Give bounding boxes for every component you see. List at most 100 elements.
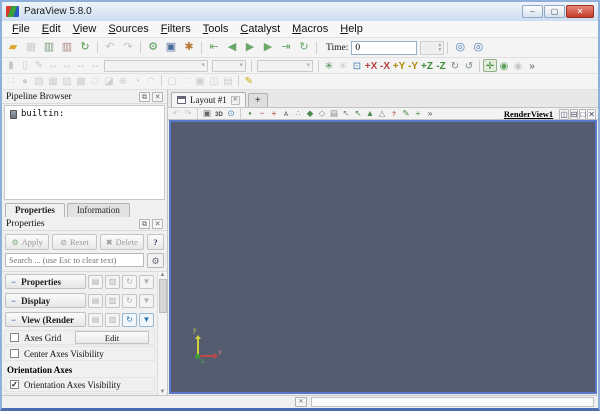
scroll-up-icon[interactable]: ▲ bbox=[160, 272, 166, 278]
rotate-90-ccw-icon[interactable]: ↺ bbox=[462, 60, 476, 73]
tab-properties[interactable]: Properties bbox=[5, 203, 65, 217]
zoom-to-box-icon[interactable]: ⊡ bbox=[350, 60, 364, 73]
edit-selection-icon[interactable]: ✎ bbox=[400, 108, 412, 119]
view-plus-z-icon[interactable]: +Z bbox=[420, 60, 434, 73]
hover-cells-icon[interactable]: ▲ bbox=[364, 108, 376, 119]
menu-sources[interactable]: Sources bbox=[102, 22, 154, 36]
abort-progress-icon[interactable]: ✕ bbox=[295, 397, 307, 407]
close-layout-icon[interactable]: ✕ bbox=[230, 95, 240, 105]
section-display[interactable]: − Display bbox=[5, 293, 86, 308]
overflow-chevron-icon[interactable]: » bbox=[424, 108, 436, 119]
section-view-render[interactable]: − View (Render bbox=[5, 312, 86, 327]
disconnect-server-icon[interactable]: ▥ bbox=[59, 40, 75, 55]
checkbox-center-axes-visibility[interactable] bbox=[10, 349, 19, 358]
add-annotation-icon[interactable]: + bbox=[412, 108, 424, 119]
last-frame-icon[interactable]: ⇥ bbox=[278, 40, 294, 55]
overflow-chevron-icon[interactable]: » bbox=[525, 60, 539, 73]
pipeline-browser-tree[interactable]: builtin: bbox=[4, 105, 165, 200]
checkbox-axes-grid[interactable] bbox=[10, 333, 19, 342]
zoom-to-data-icon[interactable]: ◎ bbox=[452, 40, 468, 55]
close-panel-icon[interactable]: ✕ bbox=[152, 91, 163, 102]
view-minus-z-icon[interactable]: -Z bbox=[434, 60, 448, 73]
hover-points-icon[interactable]: △ bbox=[376, 108, 388, 119]
close-panel-icon[interactable]: ✕ bbox=[152, 218, 163, 229]
color-palette-icon[interactable]: ✱ bbox=[181, 40, 197, 55]
menu-file[interactable]: File bbox=[6, 22, 36, 36]
scrollbar-thumb[interactable] bbox=[158, 279, 167, 313]
close-view-icon[interactable]: ✕ bbox=[587, 108, 596, 120]
checkbox-orientation-axes-visibility[interactable]: ✓ bbox=[10, 380, 19, 389]
float-panel-icon[interactable]: ⧉ bbox=[139, 91, 150, 102]
select-frustum-cells-icon[interactable]: ◆ bbox=[304, 108, 316, 119]
first-frame-icon[interactable]: ⇤ bbox=[206, 40, 222, 55]
zoom-to-box-icon[interactable]: ⊙ bbox=[225, 108, 237, 119]
capture-screenshot-icon[interactable]: ▣ bbox=[201, 108, 213, 119]
ruler-icon[interactable]: ✎ bbox=[242, 75, 256, 88]
reset-defaults-icon[interactable]: ↻ bbox=[122, 312, 137, 327]
close-button[interactable]: ✕ bbox=[566, 5, 594, 18]
select-block-icon[interactable]: ▤ bbox=[328, 108, 340, 119]
properties-scroll-area: − Properties ▤ ▥ ↻ ▼ − Display ▤ ▥ ↻ ▼ − View (Render… bbox=[2, 271, 167, 395]
maximize-view-icon[interactable]: □ bbox=[579, 108, 587, 120]
menu-tools[interactable]: Tools bbox=[197, 22, 235, 36]
select-surface-points-icon[interactable]: ∴ bbox=[292, 108, 304, 119]
interaction-mode-3d-icon[interactable]: 3D bbox=[213, 110, 225, 121]
select-points-icon: ∵ bbox=[182, 76, 190, 87]
float-panel-icon[interactable]: ⧉ bbox=[139, 218, 150, 229]
zoom-to-data-over-time-icon[interactable]: ◎ bbox=[470, 40, 486, 55]
next-frame-icon[interactable]: ▶ bbox=[260, 40, 276, 55]
render-view-name[interactable]: RenderView1 bbox=[504, 109, 553, 119]
split-vertical-icon[interactable]: ⊟ bbox=[569, 108, 579, 120]
clear-selection-icon[interactable]: − bbox=[256, 108, 268, 119]
menu-view[interactable]: View bbox=[67, 22, 103, 36]
edit-button[interactable]: Edit bbox=[75, 331, 149, 344]
rotate-90-cw-icon[interactable]: ↻ bbox=[448, 60, 462, 73]
vertical-scrollbar[interactable]: ▲ ▼ bbox=[157, 272, 167, 395]
pipeline-item-builtin[interactable]: builtin: bbox=[5, 106, 164, 119]
play-icon[interactable]: ▶ bbox=[242, 40, 258, 55]
menu-catalyst[interactable]: Catalyst bbox=[234, 22, 286, 36]
help-button[interactable]: ? bbox=[146, 234, 164, 250]
view-plus-x-icon[interactable]: +X bbox=[364, 60, 378, 73]
toolbar-separator bbox=[479, 59, 480, 72]
reset-session-icon[interactable]: ↻ bbox=[77, 40, 93, 55]
split-horizontal-icon[interactable]: ◫ bbox=[559, 108, 569, 120]
minimize-button[interactable]: – bbox=[522, 5, 543, 18]
view-minus-x-icon[interactable]: -X bbox=[378, 60, 392, 73]
time-input[interactable] bbox=[351, 40, 418, 55]
add-selection-icon[interactable]: + bbox=[268, 108, 280, 119]
tab-information[interactable]: Information bbox=[66, 203, 130, 217]
view-plus-y-icon[interactable]: +Y bbox=[392, 60, 406, 73]
reset-camera-icon[interactable]: ✳ bbox=[322, 60, 336, 73]
property-row: Axes Grid Edit bbox=[4, 330, 155, 345]
orientation-axes-toggle-icon[interactable]: ✛ bbox=[483, 58, 497, 72]
interactive-select-points-icon[interactable]: ↖ bbox=[352, 108, 364, 119]
render-viewport[interactable]: y x z bbox=[169, 120, 597, 394]
select-frustum-points-icon[interactable]: ◇ bbox=[316, 108, 328, 119]
section-properties[interactable]: − Properties bbox=[5, 274, 86, 289]
search-input[interactable] bbox=[5, 253, 144, 267]
maximize-button[interactable]: ▢ bbox=[544, 5, 565, 18]
select-surface-cells-icon[interactable]: ▪ bbox=[244, 108, 256, 119]
settings-icon[interactable]: ▣ bbox=[163, 40, 179, 55]
loop-icon[interactable]: ↻ bbox=[296, 40, 312, 55]
view-minus-y-icon[interactable]: -Y bbox=[406, 60, 420, 73]
menu-macros[interactable]: Macros bbox=[286, 22, 334, 36]
copy-state-icon: ▤ bbox=[88, 293, 103, 308]
menu-filters[interactable]: Filters bbox=[155, 22, 197, 36]
save-defaults-icon[interactable]: ▼ bbox=[139, 312, 154, 327]
interactive-select-cells-icon[interactable]: ↖ bbox=[340, 108, 352, 119]
open-file-icon[interactable]: ▰ bbox=[5, 40, 21, 55]
search-options-gear-icon[interactable]: ⚙ bbox=[147, 253, 164, 268]
menu-help[interactable]: Help bbox=[334, 22, 369, 36]
auto-apply-icon[interactable]: ⚙ bbox=[145, 40, 161, 55]
menu-edit[interactable]: Edit bbox=[36, 22, 67, 36]
new-layout-tab[interactable]: + bbox=[247, 93, 268, 107]
connect-server-icon[interactable]: ▥ bbox=[41, 40, 57, 55]
query-selection-icon[interactable]: ? bbox=[388, 110, 400, 121]
properties-content: − Properties ▤ ▥ ↻ ▼ − Display ▤ ▥ ↻ ▼ − View (Render… bbox=[2, 272, 157, 395]
center-axes-toggle-icon[interactable]: ◉ bbox=[497, 60, 511, 73]
previous-frame-icon[interactable]: ◀ bbox=[224, 40, 240, 55]
select-all-icon[interactable]: A bbox=[280, 110, 292, 121]
tab-layout-1[interactable]: Layout #1 ✕ bbox=[171, 92, 246, 107]
